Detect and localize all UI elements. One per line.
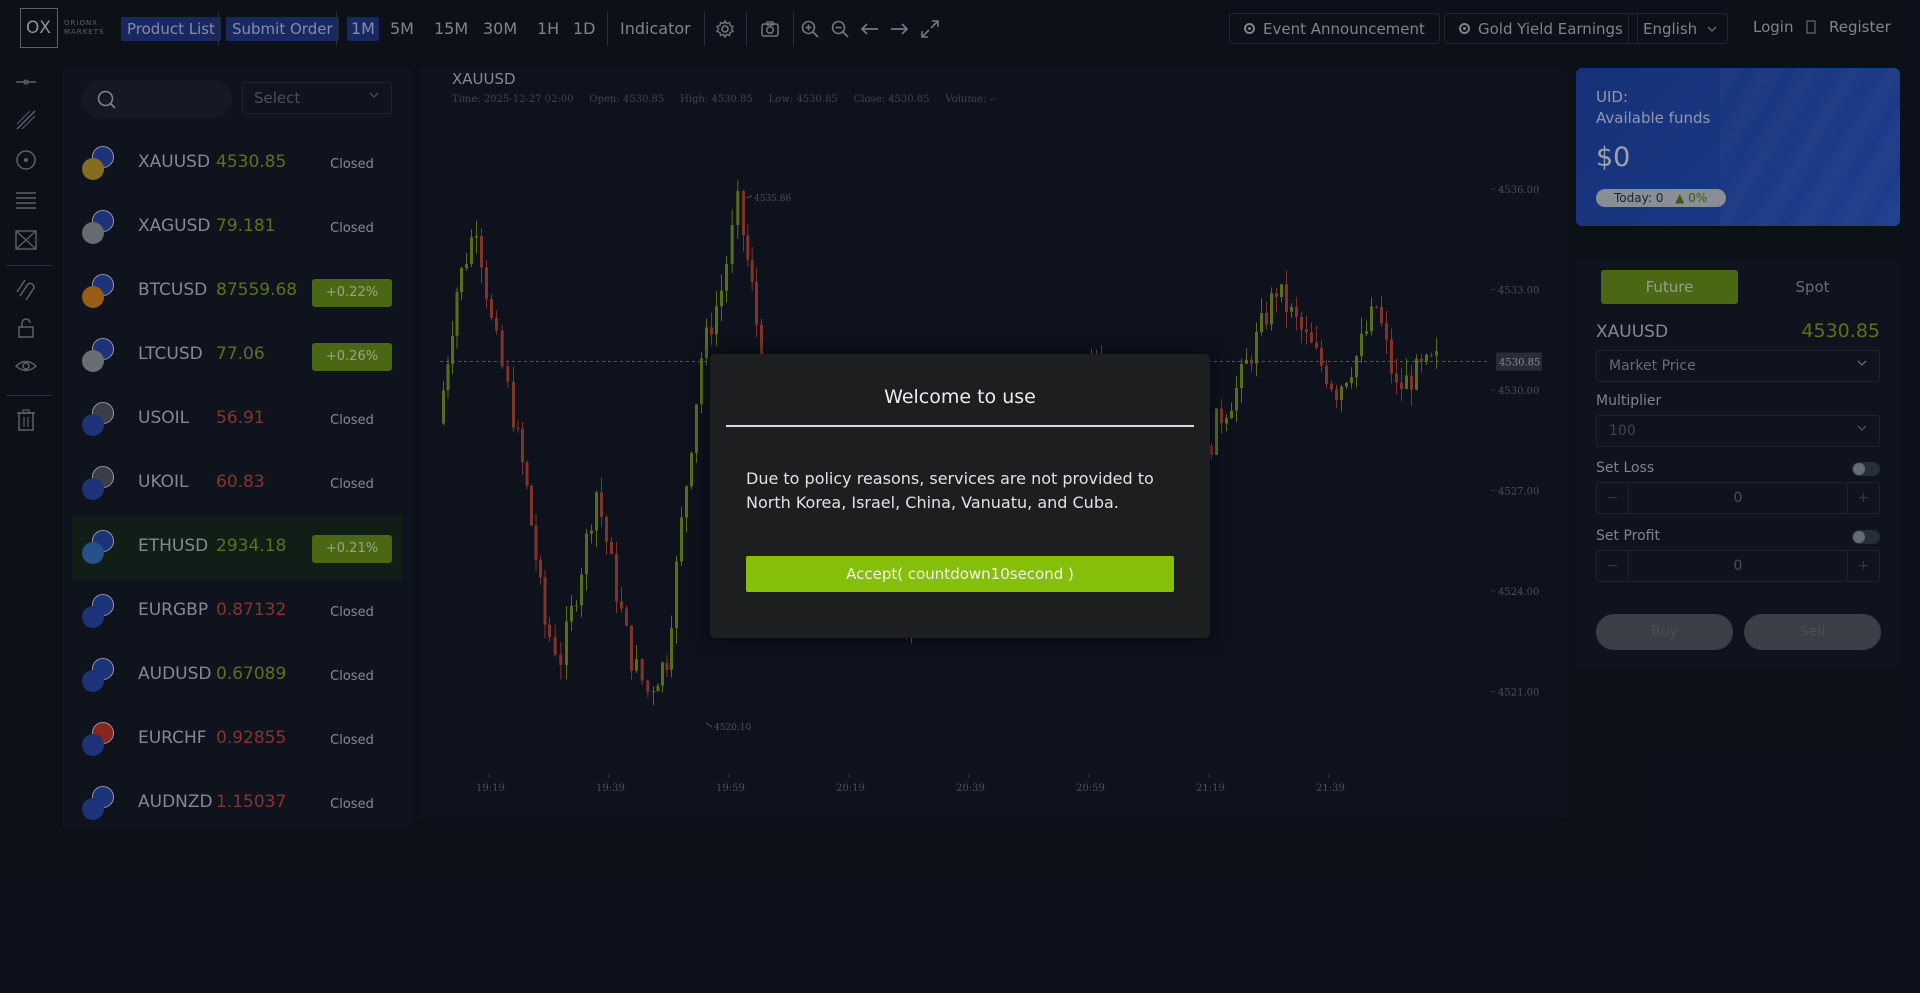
dialog-message: Due to policy reasons, services are not …	[746, 469, 1154, 512]
divider	[726, 425, 1194, 427]
accept-button[interactable]: Accept( countdown10second )	[746, 556, 1174, 592]
welcome-dialog: Welcome to use Due to policy reasons, se…	[710, 354, 1210, 638]
dialog-title: Welcome to use	[884, 386, 1036, 408]
